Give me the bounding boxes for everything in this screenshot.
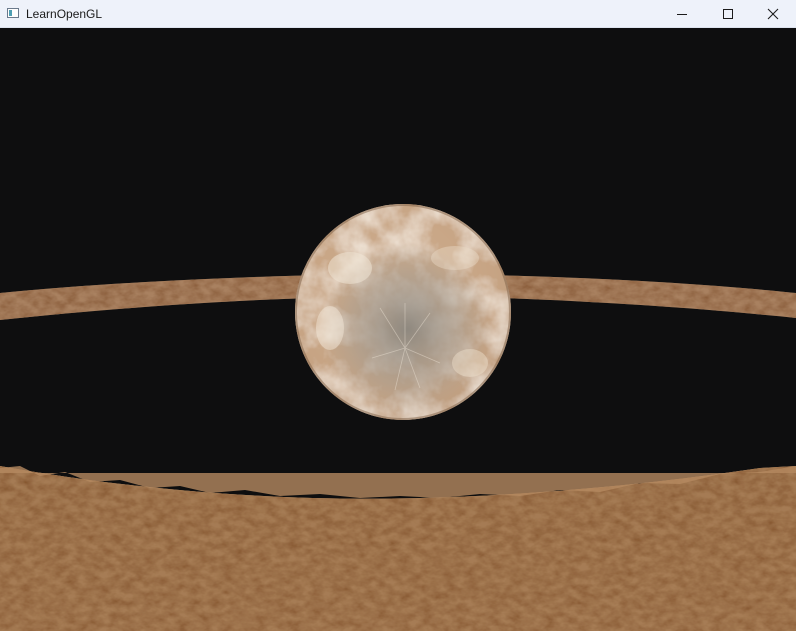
app-window: LearnOpenGL xyxy=(0,0,796,631)
maximize-icon xyxy=(723,9,733,19)
title-bar[interactable]: LearnOpenGL xyxy=(0,0,796,28)
asteroid-ring-near xyxy=(0,466,796,631)
minimize-button[interactable] xyxy=(659,0,705,28)
close-icon xyxy=(767,8,779,20)
maximize-button[interactable] xyxy=(705,0,751,28)
window-title: LearnOpenGL xyxy=(26,7,103,21)
scene-render xyxy=(0,28,796,631)
minimize-icon xyxy=(677,14,687,15)
planet xyxy=(295,204,511,420)
close-button[interactable] xyxy=(750,0,796,28)
opengl-viewport[interactable] xyxy=(0,28,796,631)
app-icon xyxy=(7,8,19,18)
